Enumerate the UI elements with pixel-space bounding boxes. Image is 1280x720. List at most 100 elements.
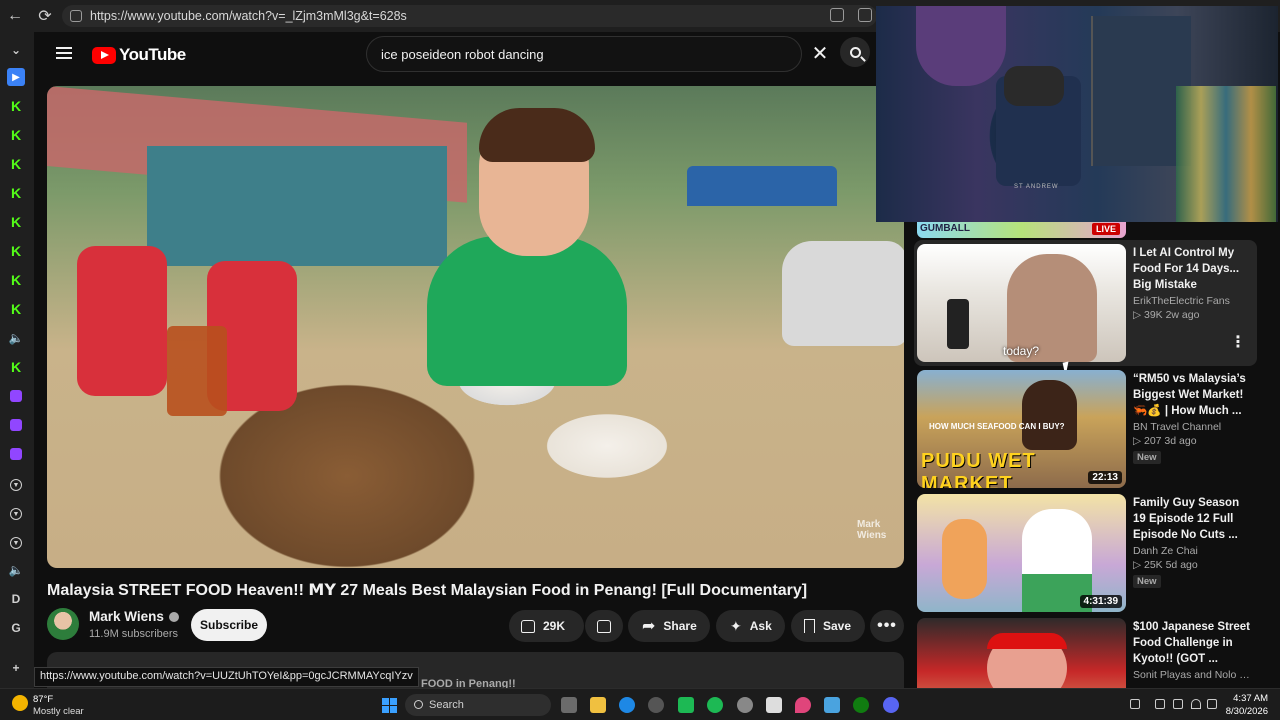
recommendation-title[interactable]: “RM50 vs Malaysia’s Biggest Wet Market! … bbox=[1133, 371, 1253, 419]
dislike-button[interactable] bbox=[585, 610, 623, 642]
kick-tab-icon[interactable]: K bbox=[7, 155, 25, 173]
like-count: 29K bbox=[543, 619, 566, 633]
video-player[interactable]: Mark Wiens bbox=[47, 86, 904, 568]
document-icon[interactable] bbox=[766, 697, 782, 713]
tab-icon[interactable]: ▼ bbox=[10, 537, 22, 549]
tab-icon[interactable]: ▼ bbox=[10, 508, 22, 520]
tray-app-icon[interactable] bbox=[1155, 699, 1165, 709]
recommendation-title[interactable]: I Let AI Control My Food For 14 Days... … bbox=[1133, 245, 1253, 293]
video-tab-icon[interactable]: ▶ bbox=[7, 68, 25, 86]
video-frame-tent bbox=[687, 166, 837, 206]
webcam-bottles bbox=[1176, 86, 1276, 222]
clock-date[interactable]: 8/30/2026 bbox=[1216, 706, 1268, 717]
share-button[interactable]: ➦ Share bbox=[628, 610, 710, 642]
subscribe-button[interactable]: Subscribe bbox=[191, 609, 267, 641]
tab-icon[interactable]: ▼ bbox=[10, 479, 22, 491]
more-vertical-icon[interactable]: ⋮ bbox=[1230, 335, 1246, 351]
refresh-icon[interactable]: ⟳ bbox=[30, 0, 60, 32]
google-tab-icon[interactable]: G bbox=[7, 619, 25, 637]
clear-search-icon[interactable]: ✕ bbox=[810, 44, 830, 64]
video-frame-cup bbox=[167, 326, 227, 416]
recommendation-channel[interactable]: Danh Ze Chai bbox=[1133, 545, 1253, 557]
search-button[interactable] bbox=[840, 37, 870, 67]
channel-avatar[interactable] bbox=[47, 608, 79, 640]
wifi-icon[interactable] bbox=[1191, 699, 1201, 709]
youtube-logo[interactable]: YouTube bbox=[92, 45, 186, 65]
recommendation-channel[interactable]: Sonit Playas and Nolo Gm... bbox=[1133, 669, 1253, 681]
settings-gear-icon[interactable] bbox=[737, 697, 753, 713]
edge-browser-icon[interactable] bbox=[619, 697, 635, 713]
recommendation-meta: ▷ 207 3d ago bbox=[1133, 435, 1197, 447]
clock-time[interactable]: 4:37 AM bbox=[1226, 693, 1268, 704]
site-info-icon[interactable] bbox=[70, 10, 82, 22]
youtube-header: YouTube ice poseideon robot dancing ✕ bbox=[34, 32, 876, 76]
new-badge: New bbox=[1133, 575, 1161, 588]
chevron-down-icon[interactable]: ⌄ bbox=[7, 41, 25, 59]
tray-chevron-up-icon[interactable] bbox=[1130, 699, 1140, 709]
speaker-icon[interactable]: 🔈 bbox=[7, 329, 25, 347]
kick-tab-icon[interactable]: K bbox=[7, 97, 25, 115]
recommendation-channel[interactable]: BN Travel Channel bbox=[1133, 421, 1253, 433]
windows-start-icon[interactable] bbox=[382, 698, 397, 713]
recommendation-item[interactable]: HOW MUCH SEAFOOD CAN I BUY? PUDU WET MAR… bbox=[917, 370, 1257, 488]
task-view-icon[interactable] bbox=[561, 697, 577, 713]
discord-icon[interactable] bbox=[883, 697, 899, 713]
kick-tab-icon[interactable]: K bbox=[7, 126, 25, 144]
recommendation-item[interactable]: 4:31:39 Family Guy Season 19 Episode 12 … bbox=[917, 494, 1257, 612]
recommendation-info: “RM50 vs Malaysia’s Biggest Wet Market! … bbox=[1133, 371, 1253, 465]
live-video-thumbnail[interactable]: GUMBALL LIVE bbox=[917, 222, 1126, 238]
recommendation-thumbnail[interactable]: 4:31:39 bbox=[917, 494, 1126, 612]
xbox-icon[interactable] bbox=[853, 697, 869, 713]
twitch-tab-icon[interactable] bbox=[10, 419, 22, 431]
twitch-tab-icon[interactable] bbox=[10, 390, 22, 402]
search-input[interactable]: ice poseideon robot dancing bbox=[366, 36, 802, 72]
file-explorer-icon[interactable] bbox=[590, 697, 606, 713]
recommendation-channel[interactable]: ErikTheElectric Fans bbox=[1133, 295, 1253, 307]
recommendation-info: $100 Japanese Street Food Challenge in K… bbox=[1133, 619, 1253, 681]
channel-name[interactable]: Mark Wiens bbox=[89, 609, 179, 624]
save-button[interactable]: Save bbox=[791, 610, 865, 642]
menu-icon[interactable] bbox=[56, 47, 72, 59]
extensions-icon[interactable] bbox=[858, 8, 872, 22]
share-label: Share bbox=[663, 619, 697, 633]
back-arrow-icon[interactable]: ← bbox=[0, 0, 30, 32]
recommendation-item[interactable]: $100 Japanese Street Food Challenge in K… bbox=[917, 618, 1257, 688]
photos-icon[interactable] bbox=[824, 697, 840, 713]
recommendation-title[interactable]: Family Guy Season 19 Episode 12 Full Epi… bbox=[1133, 495, 1253, 543]
twitch-tab-icon[interactable] bbox=[10, 448, 22, 460]
kick-tab-icon[interactable]: K bbox=[7, 358, 25, 376]
thumbs-up-icon bbox=[521, 619, 535, 633]
spotify-icon[interactable] bbox=[707, 697, 723, 713]
ask-button[interactable]: ✦ Ask bbox=[716, 610, 785, 642]
notification-bell-icon[interactable] bbox=[830, 8, 844, 22]
address-bar[interactable]: https://www.youtube.com/watch?v=_lZjm3mM… bbox=[62, 5, 877, 27]
recommendation-thumbnail[interactable]: today? bbox=[917, 244, 1126, 362]
recommendation-item[interactable]: today? I Let AI Control My Food For 14 D… bbox=[914, 240, 1257, 366]
maps-pin-icon[interactable] bbox=[795, 697, 811, 713]
recommendation-thumbnail[interactable]: HOW MUCH SEAFOOD CAN I BUY? PUDU WET MAR… bbox=[917, 370, 1126, 488]
tab-icon[interactable]: D bbox=[7, 590, 25, 608]
kick-tab-icon[interactable]: K bbox=[7, 213, 25, 231]
video-frame-hair bbox=[479, 108, 595, 162]
recommendation-thumbnail[interactable] bbox=[917, 618, 1126, 688]
app-icon[interactable] bbox=[648, 697, 664, 713]
like-button[interactable]: 29K bbox=[509, 610, 584, 642]
webcam-shirt-text: ST ANDREW bbox=[1014, 184, 1059, 190]
kick-tab-icon[interactable]: K bbox=[7, 300, 25, 318]
weather-description: Mostly clear bbox=[33, 706, 84, 717]
subscriber-count: 11.9M subscribers bbox=[89, 628, 179, 640]
kick-tab-icon[interactable]: K bbox=[7, 184, 25, 202]
weather-icon[interactable] bbox=[12, 695, 28, 711]
new-tab-plus-icon[interactable]: + bbox=[7, 659, 25, 677]
logo-text: YouTube bbox=[119, 45, 186, 64]
taskbar-search[interactable]: Search bbox=[405, 694, 551, 716]
microphone-icon[interactable] bbox=[1173, 699, 1183, 709]
more-actions-button[interactable]: ••• bbox=[870, 610, 904, 642]
recommendation-title[interactable]: $100 Japanese Street Food Challenge in K… bbox=[1133, 619, 1253, 667]
app-icon[interactable] bbox=[678, 697, 694, 713]
thumb-caption: today? bbox=[1003, 344, 1040, 358]
kick-tab-icon[interactable]: K bbox=[7, 242, 25, 260]
kick-tab-icon[interactable]: K bbox=[7, 271, 25, 289]
video-title: Malaysia STREET FOOD Heaven!! 𝗠𝗬 27 Meal… bbox=[47, 582, 808, 599]
speaker-icon[interactable]: 🔈 bbox=[7, 561, 25, 579]
